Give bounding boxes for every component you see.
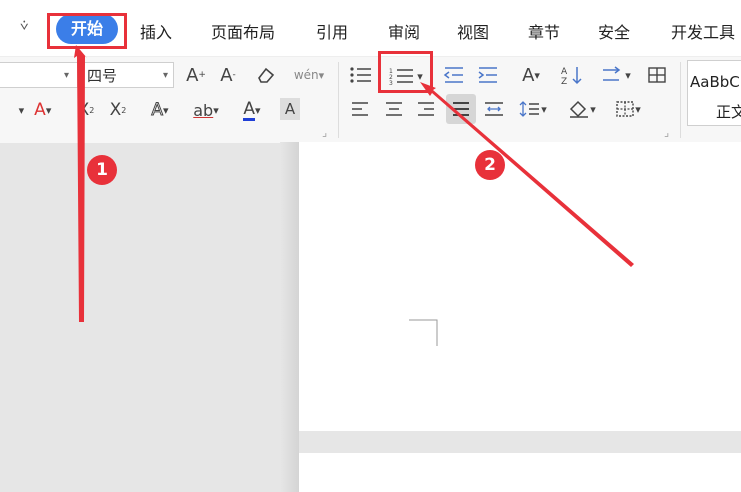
arrow-1-icon — [74, 45, 87, 322]
annotation-arrows — [74, 45, 634, 322]
step-badge-2: 2 — [475, 150, 505, 180]
step-badge-1: 1 — [87, 155, 117, 185]
arrow-2-icon — [420, 82, 634, 267]
